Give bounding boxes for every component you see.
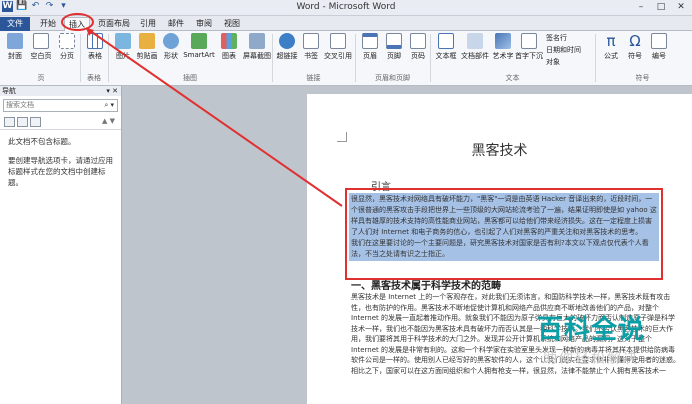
watermark-title: 百科全说 (536, 315, 645, 345)
watermark-subtitle: 助你轻松解决 (543, 351, 639, 367)
watermark: 百科全说 助你轻松解决 (516, 309, 666, 368)
